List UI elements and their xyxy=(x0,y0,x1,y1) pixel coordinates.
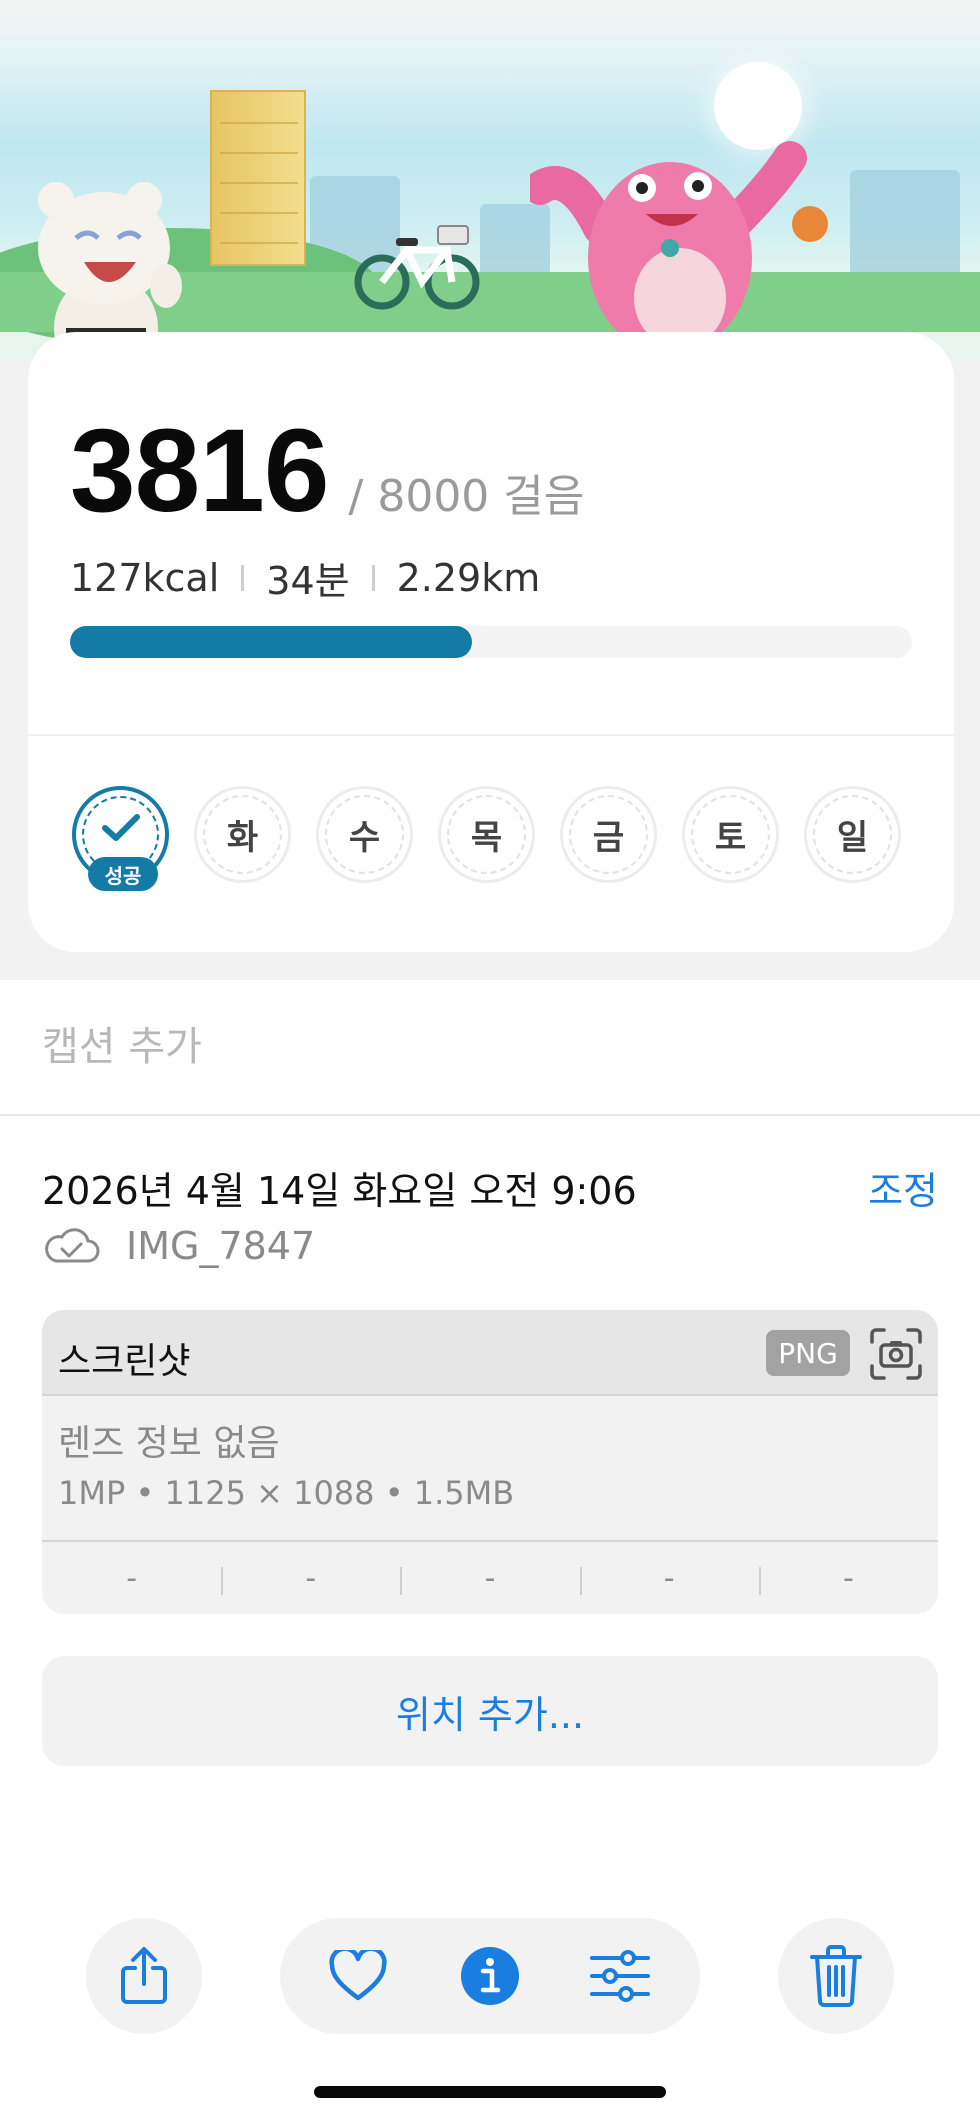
distance-stat: 2.29km xyxy=(396,555,541,600)
day-circle: 수 xyxy=(316,786,413,883)
info-icon xyxy=(461,1947,519,2005)
step-progress-fill xyxy=(70,626,472,658)
caption-input[interactable]: 캡션 추가 xyxy=(42,1014,202,1072)
photo-info-view: 3816 / 8000 걸음 127kcal 34분 2.29km 성공 화 수 목 금… xyxy=(0,0,980,2122)
day-label: 목 xyxy=(470,818,503,858)
day-circle: 일 xyxy=(804,786,901,883)
calories-stat: 127kcal xyxy=(70,555,220,600)
day-circle-completed: 성공 xyxy=(72,786,169,891)
delete-button[interactable] xyxy=(778,1918,894,2034)
step-summary-card: 3816 / 8000 걸음 127kcal 34분 2.29km 성공 화 수 목 금… xyxy=(28,332,954,952)
step-count-row: 3816 / 8000 걸음 xyxy=(70,412,584,530)
building-illustration xyxy=(850,170,960,276)
day-label: 금 xyxy=(592,818,625,858)
day-label: 일 xyxy=(836,818,869,858)
screenshot-image[interactable]: 3816 / 8000 걸음 127kcal 34분 2.29km 성공 화 수 목 금… xyxy=(0,0,980,980)
toolbar-action-group xyxy=(280,1918,700,2034)
step-count: 3816 xyxy=(70,405,330,537)
adjust-sliders-icon xyxy=(590,1950,650,2002)
weekday-tracker: 성공 화 수 목 금 토 일 xyxy=(72,786,901,891)
exif-value: - xyxy=(758,1561,938,1596)
share-icon xyxy=(121,1947,167,2004)
heart-icon xyxy=(329,1950,387,2001)
exif-row: - - - - - xyxy=(42,1542,938,1614)
trash-icon xyxy=(810,1945,862,2007)
day-circle: 화 xyxy=(194,786,291,883)
metadata-header: 스크린샷 PNG xyxy=(42,1310,938,1396)
image-specs: 1MP • 1125 × 1088 • 1.5MB xyxy=(58,1474,515,1512)
media-type-label: 스크린샷 xyxy=(58,1341,191,1382)
day-label: 수 xyxy=(348,818,381,858)
metadata-card: 스크린샷 PNG 렌즈 정보 없음 1MP • 1125 × 1088 • 1.… xyxy=(42,1310,938,1614)
stat-divider xyxy=(241,564,245,591)
favorite-button[interactable] xyxy=(328,1946,388,2006)
home-indicator xyxy=(314,2086,666,2098)
screenshot-camera-icon xyxy=(870,1328,922,1380)
day-circle: 토 xyxy=(682,786,779,883)
tower-illustration xyxy=(210,90,306,266)
minutes-stat: 34분 xyxy=(266,559,350,603)
exif-value: - xyxy=(221,1561,400,1596)
day-label: 화 xyxy=(226,818,259,858)
edit-button[interactable] xyxy=(590,1946,650,2006)
exif-value: - xyxy=(579,1561,759,1596)
day-circle: 목 xyxy=(438,786,535,883)
step-goal: / 8000 걸음 xyxy=(348,471,585,522)
bicycle-illustration xyxy=(354,225,480,310)
card-divider xyxy=(28,734,954,736)
step-progress-bar xyxy=(70,626,912,658)
share-button[interactable] xyxy=(86,1918,202,2034)
cloud-check-icon xyxy=(45,1228,100,1263)
success-badge: 성공 xyxy=(88,857,158,891)
exif-value: - xyxy=(400,1561,579,1596)
day-circle: 금 xyxy=(560,786,657,883)
pink-mascot-illustration xyxy=(530,141,828,338)
adjust-date-button[interactable]: 조정 xyxy=(868,1160,938,1215)
caption-divider xyxy=(0,1114,980,1116)
file-name: IMG_7847 xyxy=(126,1224,316,1268)
format-badge: PNG xyxy=(766,1330,850,1376)
add-location-button[interactable]: 위치 추가... xyxy=(42,1656,938,1766)
lens-info: 렌즈 정보 없음 xyxy=(58,1423,280,1464)
stat-divider xyxy=(371,564,375,591)
cloud-status-row: IMG_7847 xyxy=(42,1224,315,1268)
activity-stats: 127kcal 34분 2.29km xyxy=(70,550,540,605)
info-button[interactable] xyxy=(460,1946,520,2006)
photo-datetime: 2026년 4월 14일 화요일 오전 9:06 xyxy=(42,1169,637,1213)
checkmark-icon xyxy=(101,813,140,841)
day-label: 토 xyxy=(714,818,747,858)
exif-value: - xyxy=(126,1560,138,1596)
